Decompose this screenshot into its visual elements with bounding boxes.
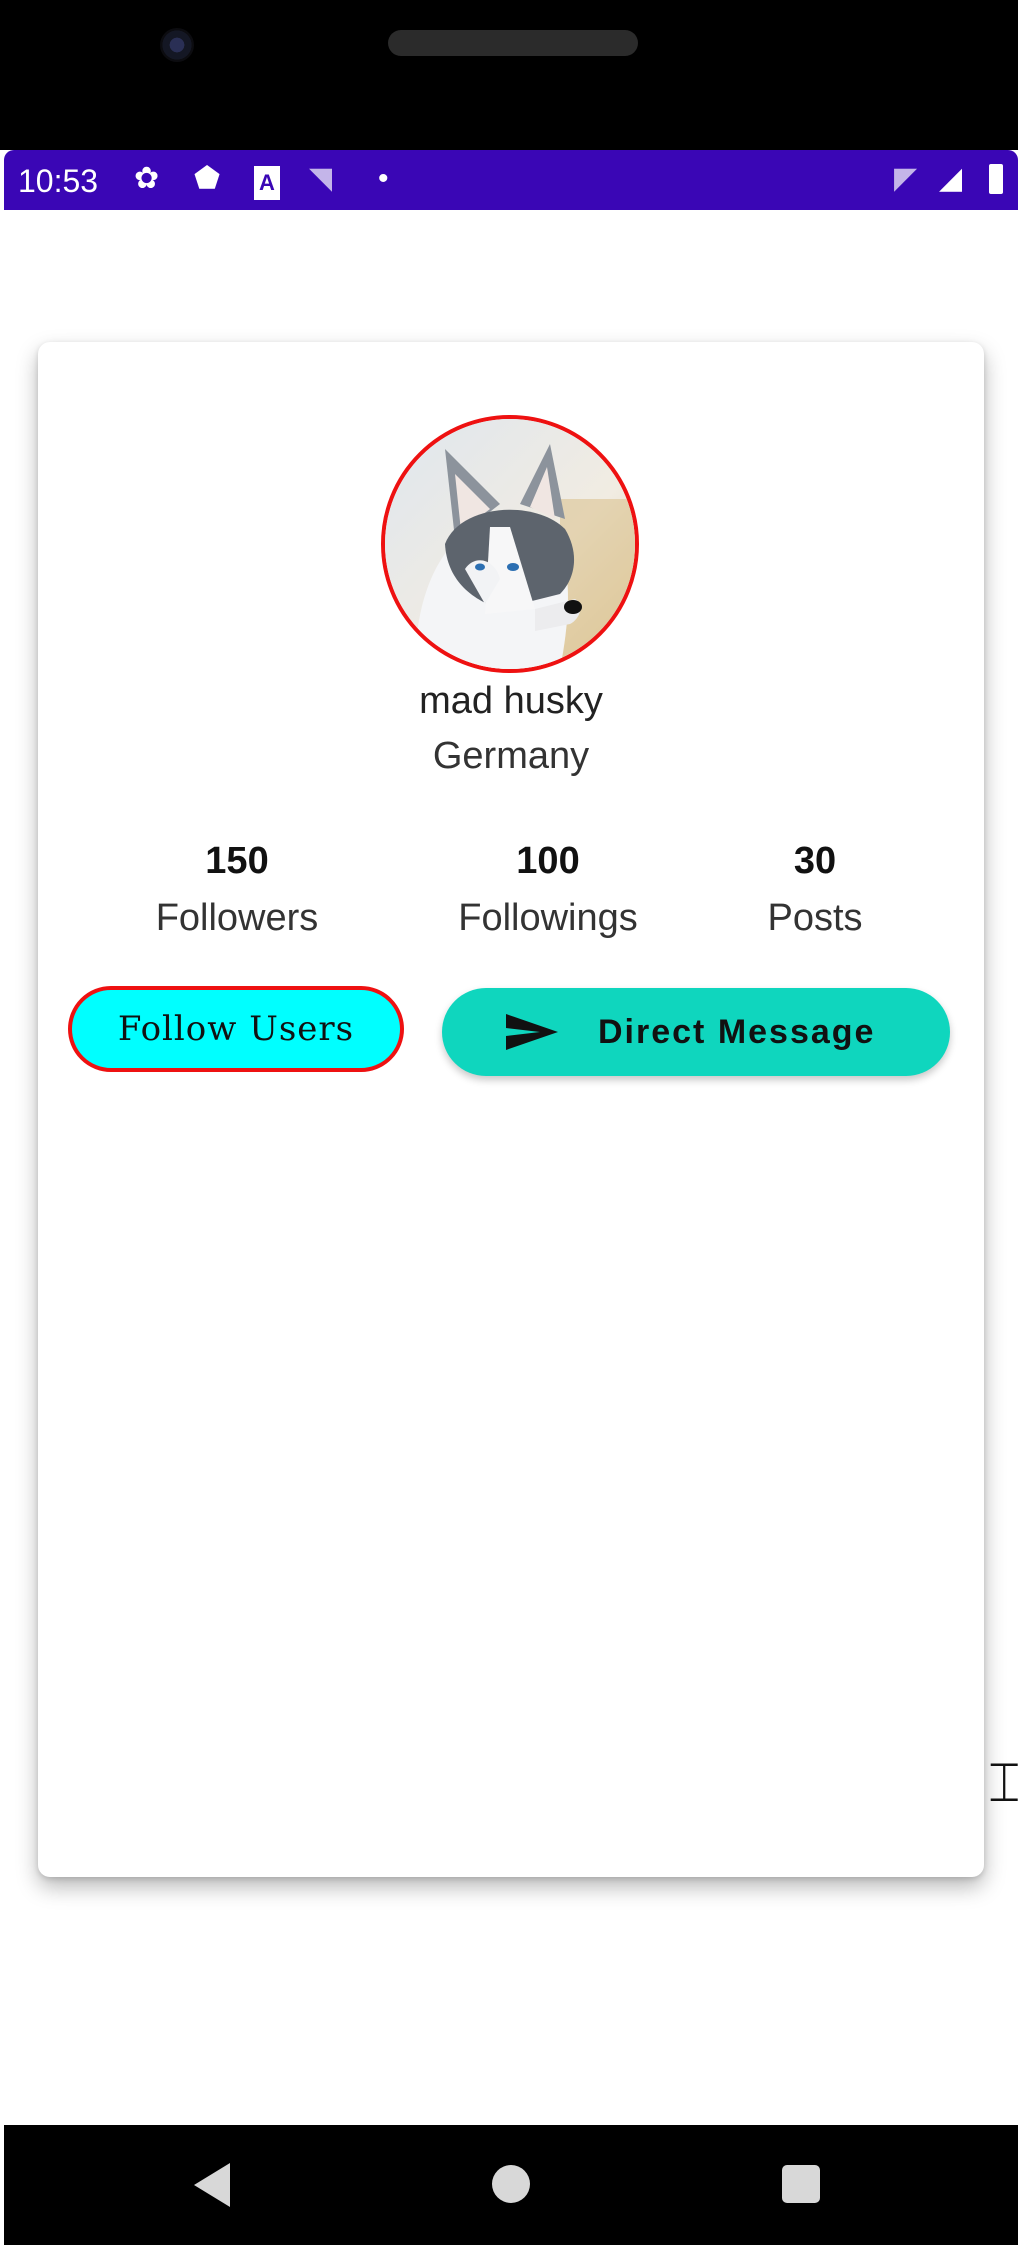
dot-icon: • [378,162,389,195]
profile-card: mad husky Germany 150 Followers 100 Foll… [38,342,984,1877]
front-camera [160,28,194,62]
stat-posts[interactable]: 30 Posts [685,840,945,940]
stat-value: 150 [205,840,269,882]
shield-icon: ⬟ [194,162,221,195]
send-icon [506,1014,558,1050]
settings-icon: ✿ [134,162,160,195]
navigation-bar [4,2125,1018,2245]
stat-followings[interactable]: 100 Followings [418,840,678,940]
status-bar: 10:53 ✿ ⬟ A ◥ • ◤ ◢ [4,150,1018,210]
stat-label: Followings [458,897,638,939]
a-icon: A [254,166,280,200]
stat-label: Posts [767,897,863,939]
avatar[interactable] [381,415,639,673]
stat-label: Followers [155,897,319,939]
earpiece-speaker [388,30,638,56]
recent-apps-icon[interactable] [782,2165,820,2203]
device-top-bezel [0,0,1018,150]
stat-followers[interactable]: 150 Followers [107,840,367,940]
stat-value: 100 [516,840,580,882]
battery-icon [989,164,1003,194]
home-icon[interactable] [492,2165,530,2203]
husky-photo [385,419,635,669]
profile-name: mad husky [419,680,603,722]
signal-icon: ◢ [939,162,963,195]
mouse-cursor-icon: ⌶ [988,1753,1018,1813]
wifi-x-icon: ◤ [894,162,918,195]
direct-message-button[interactable]: Direct Message [442,988,950,1076]
status-time: 10:53 [18,163,99,199]
back-icon[interactable] [194,2163,230,2207]
follow-users-button[interactable]: Follow Users [68,986,404,1072]
direct-message-label: Direct Message [598,1012,876,1051]
wifi-icon: ◥ [309,162,333,195]
follow-users-label: Follow Users [117,1009,355,1049]
stat-value: 30 [793,840,837,882]
profile-country: Germany [432,735,590,777]
